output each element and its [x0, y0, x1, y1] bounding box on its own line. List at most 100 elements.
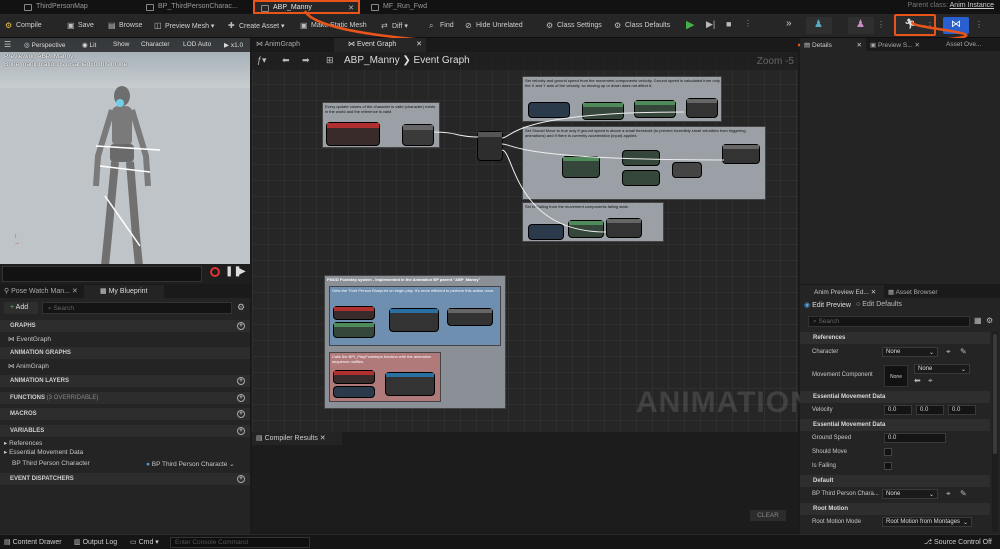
velocity-z-input[interactable]: 0.0 [948, 405, 976, 415]
section-animation-graphs[interactable]: ANIMATION GRAPHS [0, 347, 250, 359]
terminal-icon: ▭ [130, 539, 139, 546]
bp-third-person-dropdown[interactable]: None ⌄ [882, 489, 938, 499]
blueprint-icon: ▦ [100, 288, 109, 295]
velocity-x-input[interactable]: 0.0 [884, 405, 912, 415]
variable-type-selector[interactable]: ● BP Third Person Characte ⌄ [146, 460, 235, 468]
close-icon[interactable]: ✕ [869, 289, 876, 296]
details-scrollbar[interactable] [992, 332, 998, 532]
content-drawer-button[interactable]: ▤ Content Drawer [4, 538, 62, 546]
tab-asset-browser[interactable]: ▦ Asset Browser [888, 288, 938, 296]
tab-event-graph[interactable]: ⋈ Event Graph ✕ [334, 38, 426, 52]
show-button[interactable]: Show [113, 41, 129, 48]
category-default[interactable]: Default [800, 475, 990, 487]
gear-icon[interactable]: ⚙ [237, 302, 245, 313]
category-essential-movement-data[interactable]: Essential Movement Data [800, 391, 990, 403]
movement-thumbnail[interactable]: None [884, 365, 908, 387]
timeline-track[interactable] [2, 266, 202, 282]
tab-preview-scene[interactable]: ▣ Preview S... ✕ [870, 41, 920, 49]
chevron-down-icon: ▾ [153, 539, 159, 546]
property-movement-component: Movement Component None None ⌄ ⬅ ⌖ [800, 363, 990, 389]
hamburger-menu-icon[interactable]: ☰ [4, 40, 11, 49]
property-should-move: Should Move [800, 446, 990, 460]
movement-component-dropdown[interactable]: None ⌄ [914, 364, 970, 374]
section-animation-layers[interactable]: ANIMATION LAYERS + [0, 375, 250, 387]
search-input[interactable]: ⌕ Search [42, 302, 232, 314]
browse-asset-icon[interactable]: ⌖ [946, 489, 951, 499]
gear-icon[interactable]: ⚙ [986, 316, 993, 325]
should-move-checkbox[interactable] [884, 448, 892, 456]
character-button[interactable]: Character [141, 41, 170, 48]
close-icon[interactable]: ✕ [318, 435, 326, 442]
category-root-motion[interactable]: Root Motion [800, 503, 990, 515]
ground-speed-input[interactable]: 0.0 [884, 433, 946, 443]
add-graph-icon[interactable]: + [237, 322, 245, 330]
category-essential-movement-data-2[interactable]: Essential Movement Data [800, 419, 990, 431]
velocity-y-input[interactable]: 0.0 [916, 405, 944, 415]
property-velocity: Velocity 0.0 0.0 0.0 [800, 404, 990, 418]
section-macros[interactable]: MACROS + [0, 408, 250, 420]
source-control-button[interactable]: ⎇ Source Control Off [924, 538, 992, 546]
anim-preview-tabs: Anim Preview Ed... ✕ ▦ Asset Browser [800, 285, 1000, 298]
section-functions[interactable]: FUNCTIONS (3 OVERRIDABLE) + [0, 392, 250, 404]
category-references[interactable]: ▸ References [4, 439, 42, 447]
add-button[interactable]: + Add [4, 302, 38, 314]
scrollbar-thumb[interactable] [993, 334, 997, 454]
mannequin-figure [93, 86, 161, 277]
graph-item-animgraph[interactable]: ⋈ AnimGraph [8, 362, 49, 370]
category-essential-movement-data[interactable]: ▸ Essential Movement Data [4, 448, 83, 456]
root-motion-mode-dropdown[interactable]: Root Motion from Montages ⌄ [882, 517, 972, 527]
tab-anim-preview-editor[interactable]: Anim Preview Ed... ✕ [800, 285, 884, 298]
browse-asset-icon[interactable]: ⌖ [946, 347, 951, 357]
eyedropper-icon[interactable]: ✎ [960, 347, 967, 356]
edit-preview-radio[interactable]: ◉ Edit Preview [804, 301, 851, 309]
console-input[interactable]: Enter Console Command [170, 537, 310, 548]
graph-item-eventgraph[interactable]: ⋈ EventGraph [8, 335, 51, 343]
play-icon[interactable]: ▶ [238, 266, 246, 277]
graph-canvas[interactable]: ƒ▾ ⬅ ➡ ⊞ ABP_Manny ❯ Event Graph Zoom -5… [252, 52, 812, 432]
details-icon: ▤ [804, 42, 812, 49]
record-icon[interactable] [210, 267, 220, 277]
tab-animgraph[interactable]: ⋈ AnimGraph [256, 40, 300, 48]
close-icon[interactable]: ✕ [913, 42, 919, 49]
add-macro-icon[interactable]: + [237, 410, 245, 418]
details-search-input[interactable]: ⌕ Search [808, 316, 970, 327]
tab-asset-override[interactable]: Asset Ove... [946, 41, 981, 48]
close-icon[interactable]: ✕ [416, 40, 422, 48]
add-layer-icon[interactable]: + [237, 377, 245, 385]
close-icon[interactable]: ✕ [70, 288, 78, 295]
section-variables[interactable]: VARIABLES + [0, 425, 250, 437]
table-view-icon[interactable]: ▦ [974, 316, 982, 325]
property-bp-third-person: BP Third Person Chara... None ⌄ ⌖ ✎ [812, 489, 967, 499]
tab-pose-watch[interactable]: ⚲ Pose Watch Man... ✕ [4, 287, 78, 295]
add-variable-icon[interactable]: + [237, 427, 245, 435]
close-icon[interactable]: ✕ [857, 41, 862, 49]
tab-my-blueprint[interactable]: ▦ My Blueprint [84, 285, 164, 298]
chevron-down-icon: ⌄ [960, 367, 966, 373]
lit-button[interactable]: ◉ Lit [82, 41, 96, 49]
compiler-icon: ▤ [256, 435, 265, 442]
tab-compiler-results[interactable]: ▤ Compiler Results ✕ [252, 432, 342, 445]
lod-button[interactable]: LOD Auto [183, 41, 211, 48]
viewport-toolbar: ☰ ◎ Perspective ◉ Lit Show Character LOD… [0, 38, 250, 52]
add-function-icon[interactable]: + [237, 394, 245, 402]
clear-button[interactable]: CLEAR [750, 510, 786, 521]
section-event-dispatchers[interactable]: EVENT DISPATCHERS + [0, 473, 250, 485]
browse-asset-icon[interactable]: ⌖ [928, 376, 933, 386]
preview-viewport[interactable]: ☰ ◎ Perspective ◉ Lit Show Character LOD… [0, 38, 250, 284]
use-selected-icon[interactable]: ⬅ [914, 376, 921, 385]
is-falling-checkbox[interactable] [884, 462, 892, 470]
cmd-dropdown[interactable]: ▭ Cmd ▾ [130, 538, 159, 546]
playback-speed-button[interactable]: ▶ x1.0 [224, 41, 243, 49]
category-references[interactable]: References [800, 332, 990, 344]
perspective-button[interactable]: ◎ Perspective [24, 41, 65, 49]
eyedropper-icon[interactable]: ✎ [960, 489, 967, 498]
graph-tab-bar: ⋈ AnimGraph ⋈ Event Graph ✕ [252, 38, 798, 52]
output-log-button[interactable]: ▥ Output Log [74, 538, 117, 546]
tab-details[interactable]: ▤ Details ✕ [800, 38, 866, 51]
variable-bp-third-person-character[interactable]: BP Third Person Character [12, 460, 90, 467]
add-dispatcher-icon[interactable]: + [237, 475, 245, 483]
character-dropdown[interactable]: None ⌄ [882, 347, 938, 357]
section-graphs[interactable]: GRAPHS + [0, 320, 250, 332]
property-is-falling: Is Falling [800, 460, 990, 474]
edit-defaults-radio[interactable]: ○ Edit Defaults [856, 301, 902, 308]
